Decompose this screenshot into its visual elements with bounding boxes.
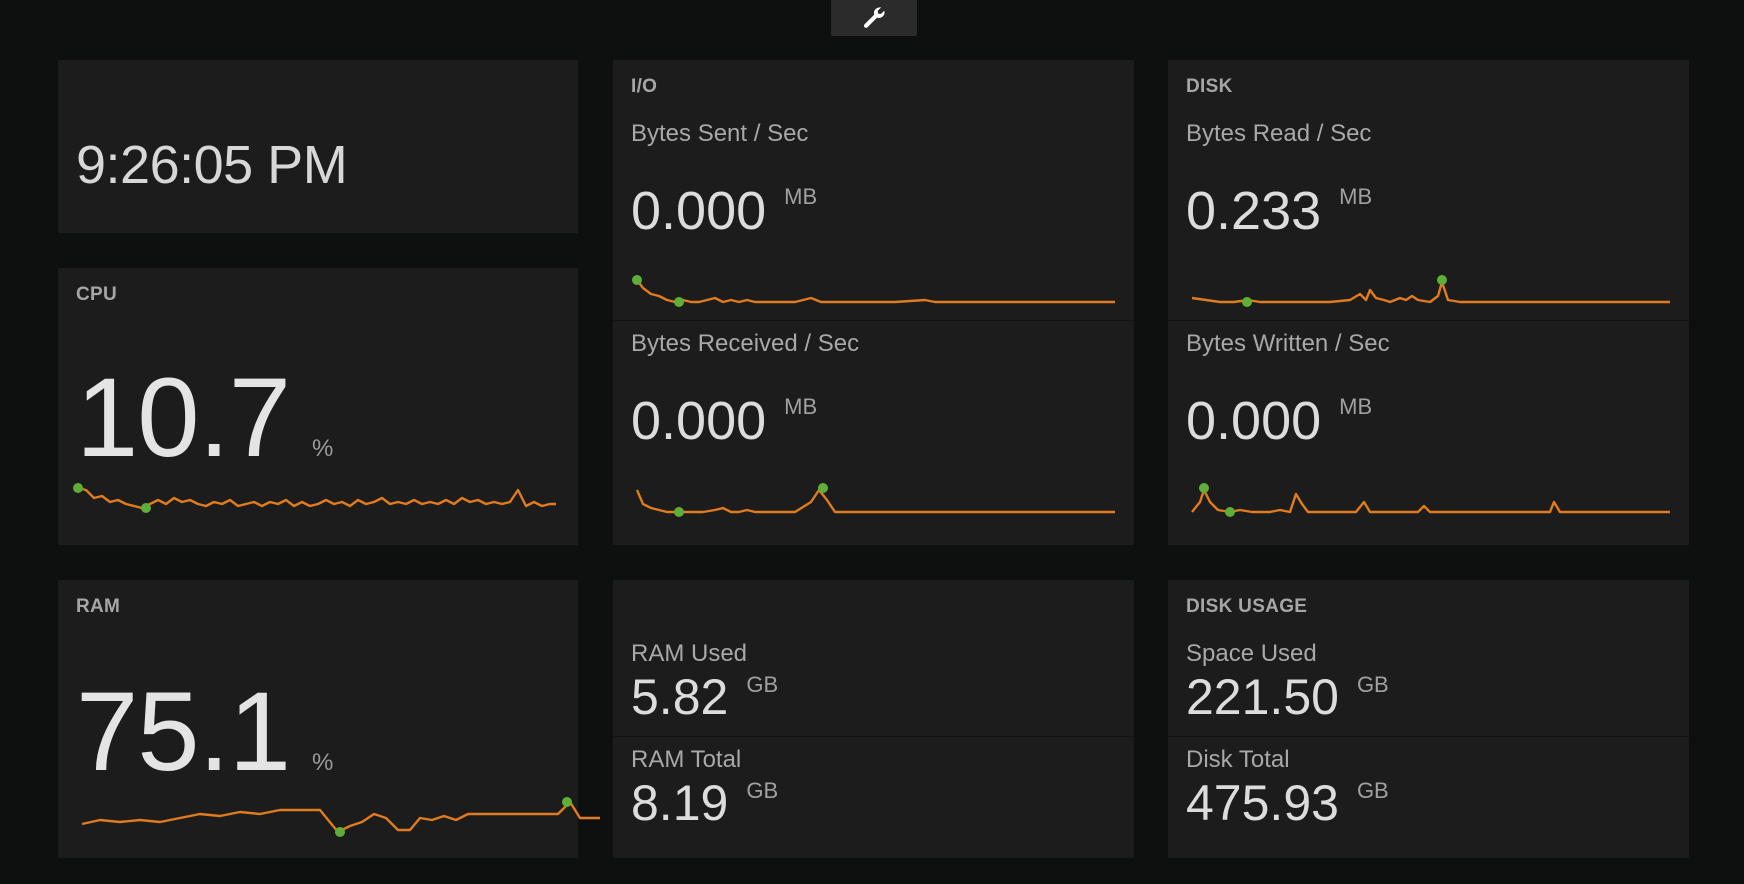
memory-divider: [613, 736, 1134, 737]
space-used-label: Space Used: [1186, 640, 1317, 667]
bytes-written-value: 0.000: [1186, 391, 1322, 451]
ram-unit: %: [311, 749, 333, 776]
bytes-sent-row: 0.000 MB: [631, 184, 817, 238]
ram-panel: RAM 75.1%: [58, 580, 600, 858]
bytes-read-unit: MB: [1339, 184, 1373, 209]
ram-used-label: RAM Used: [631, 640, 748, 667]
space-used-row: 221.50 GB: [1186, 672, 1389, 722]
clock-time: 9:26:05 PM: [76, 135, 348, 195]
disk-total-row: 475.93 GB: [1186, 778, 1389, 828]
io-panel: I/O Bytes Sent / Sec 0.000 MB Bytes Recei…: [613, 60, 1134, 545]
cpu-unit: %: [311, 435, 333, 462]
bytes-sent-value: 0.000: [631, 181, 767, 241]
disk-total-value: 475.93: [1186, 775, 1339, 831]
cpu-title: CPU: [76, 284, 118, 305]
bytes-sent-unit: MB: [784, 184, 818, 209]
disk-divider: [1168, 320, 1689, 321]
cpu-value-row: 10.7%: [76, 362, 333, 474]
cpu-value: 10.7: [76, 355, 291, 480]
io-divider: [613, 320, 1134, 321]
ram-total-unit: GB: [746, 778, 779, 803]
space-used-value: 221.50: [1186, 669, 1339, 725]
bytes-written-row: 0.000 MB: [1186, 394, 1372, 448]
space-used-unit: GB: [1356, 672, 1389, 697]
disk-title: DISK: [1186, 76, 1233, 97]
clock-panel: 9:26:05 PM: [58, 60, 578, 233]
disk-usage-panel: DISK USAGE Space Used 221.50 GB Disk Tota…: [1168, 580, 1689, 858]
bytes-read-row: 0.233 MB: [1186, 184, 1372, 238]
disk-total-label: Disk Total: [1186, 746, 1290, 773]
bytes-written-sparkline: [1191, 483, 1670, 517]
settings-button[interactable]: [831, 0, 917, 36]
bytes-received-unit: MB: [784, 394, 818, 419]
bytes-sent-sparkline: [632, 275, 1115, 307]
ram-total-value: 8.19: [631, 775, 729, 831]
disk-panel: DISK Bytes Read / Sec 0.233 MB Bytes Writ…: [1168, 60, 1689, 545]
bytes-received-value: 0.000: [631, 391, 767, 451]
bytes-read-value: 0.233: [1186, 181, 1322, 241]
bytes-received-row: 0.000 MB: [631, 394, 817, 448]
bytes-received-label: Bytes Received / Sec: [631, 330, 860, 357]
bytes-written-label: Bytes Written / Sec: [1186, 330, 1390, 357]
ram-title: RAM: [76, 596, 121, 617]
disk-total-unit: GB: [1356, 778, 1389, 803]
bytes-written-unit: MB: [1339, 394, 1373, 419]
bytes-read-sparkline: [1191, 275, 1670, 307]
ram-value: 75.1: [76, 669, 291, 794]
ram-used-value: 5.82: [631, 669, 729, 725]
bytes-received-sparkline: [635, 483, 1115, 517]
ram-total-row: 8.19 GB: [631, 778, 778, 828]
disk-usage-divider: [1168, 736, 1689, 737]
memory-details-panel: RAM Used 5.82 GB RAM Total 8.19 GB: [613, 580, 1134, 858]
bytes-sent-label: Bytes Sent / Sec: [631, 120, 809, 147]
ram-value-row: 75.1%: [76, 676, 333, 788]
cpu-sparkline: [73, 483, 556, 513]
ram-sparkline: [81, 797, 600, 837]
disk-usage-title: DISK USAGE: [1186, 596, 1308, 617]
bytes-read-label: Bytes Read / Sec: [1186, 120, 1372, 147]
ram-used-row: 5.82 GB: [631, 672, 778, 722]
cpu-panel: CPU 10.7%: [58, 268, 578, 545]
ram-used-unit: GB: [746, 672, 779, 697]
wrench-icon: [863, 7, 885, 28]
io-title: I/O: [631, 76, 658, 97]
ram-total-label: RAM Total: [631, 746, 742, 773]
